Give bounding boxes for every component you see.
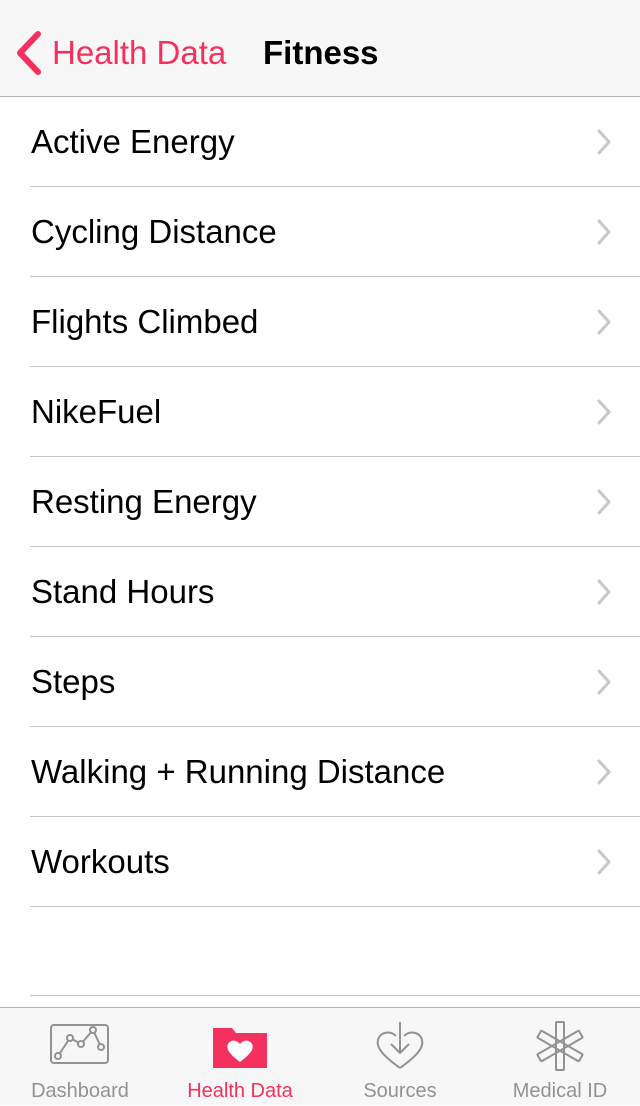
list-item-label: Active Energy: [31, 123, 235, 160]
list-item-label: Cycling Distance: [31, 213, 277, 250]
tab-label: Sources: [363, 1080, 437, 1102]
chevron-right-icon: [597, 129, 611, 155]
list-item-label: Walking + Running Distance: [31, 753, 446, 790]
fitness-category-list: Active Energy Cycling Distance Flights C…: [0, 97, 640, 907]
list-item-resting-energy[interactable]: Resting Energy: [0, 457, 640, 547]
tab-label: Medical ID: [512, 1080, 608, 1102]
list-item-label: Workouts: [31, 843, 170, 880]
list-item-label: NikeFuel: [31, 393, 162, 430]
back-chevron-icon: [17, 31, 41, 75]
back-button[interactable]: Health Data: [14, 28, 226, 78]
tab-label: Health Data: [187, 1080, 293, 1102]
chevron-right-icon: [597, 399, 611, 425]
list-item-stand-hours[interactable]: Stand Hours: [0, 547, 640, 637]
page-title: Fitness: [263, 34, 379, 71]
list-item-nikefuel[interactable]: NikeFuel: [0, 367, 640, 457]
list-item-workouts[interactable]: Workouts: [0, 817, 640, 907]
list-item-walking-running-distance[interactable]: Walking + Running Distance: [0, 727, 640, 817]
tab-dashboard[interactable]: Dashboard: [0, 1008, 160, 1106]
list-item-steps[interactable]: Steps: [0, 637, 640, 727]
sources-heart-download-icon: [376, 1022, 424, 1069]
health-data-folder-heart-icon: [213, 1028, 267, 1068]
list-item-label: Flights Climbed: [31, 303, 259, 340]
dashboard-chart-icon: [50, 1024, 109, 1064]
list-item-label: Stand Hours: [31, 573, 215, 610]
back-button-label: Health Data: [52, 34, 227, 71]
tab-label: Dashboard: [31, 1080, 129, 1102]
chevron-right-icon: [597, 309, 611, 335]
tab-sources[interactable]: Sources: [320, 1008, 480, 1106]
list-item-cycling-distance[interactable]: Cycling Distance: [0, 187, 640, 277]
list-item-flights-climbed[interactable]: Flights Climbed: [0, 277, 640, 367]
list-item-label: Steps: [31, 663, 116, 700]
list-item-label: Resting Energy: [31, 483, 257, 520]
medical-id-asterisk-icon: [536, 1021, 584, 1071]
chevron-right-icon: [597, 669, 611, 695]
tab-health-data[interactable]: Health Data: [160, 1008, 320, 1106]
chevron-right-icon: [597, 489, 611, 515]
chevron-right-icon: [597, 849, 611, 875]
list-item-active-energy[interactable]: Active Energy: [0, 97, 640, 187]
chevron-right-icon: [597, 759, 611, 785]
chevron-right-icon: [597, 579, 611, 605]
divider: [30, 995, 640, 996]
navigation-bar: Health Data Fitness: [0, 0, 640, 97]
tab-bar: Dashboard Health Data Sources Medical ID: [0, 1007, 640, 1105]
tab-medical-id[interactable]: Medical ID: [480, 1008, 640, 1106]
chevron-right-icon: [597, 219, 611, 245]
